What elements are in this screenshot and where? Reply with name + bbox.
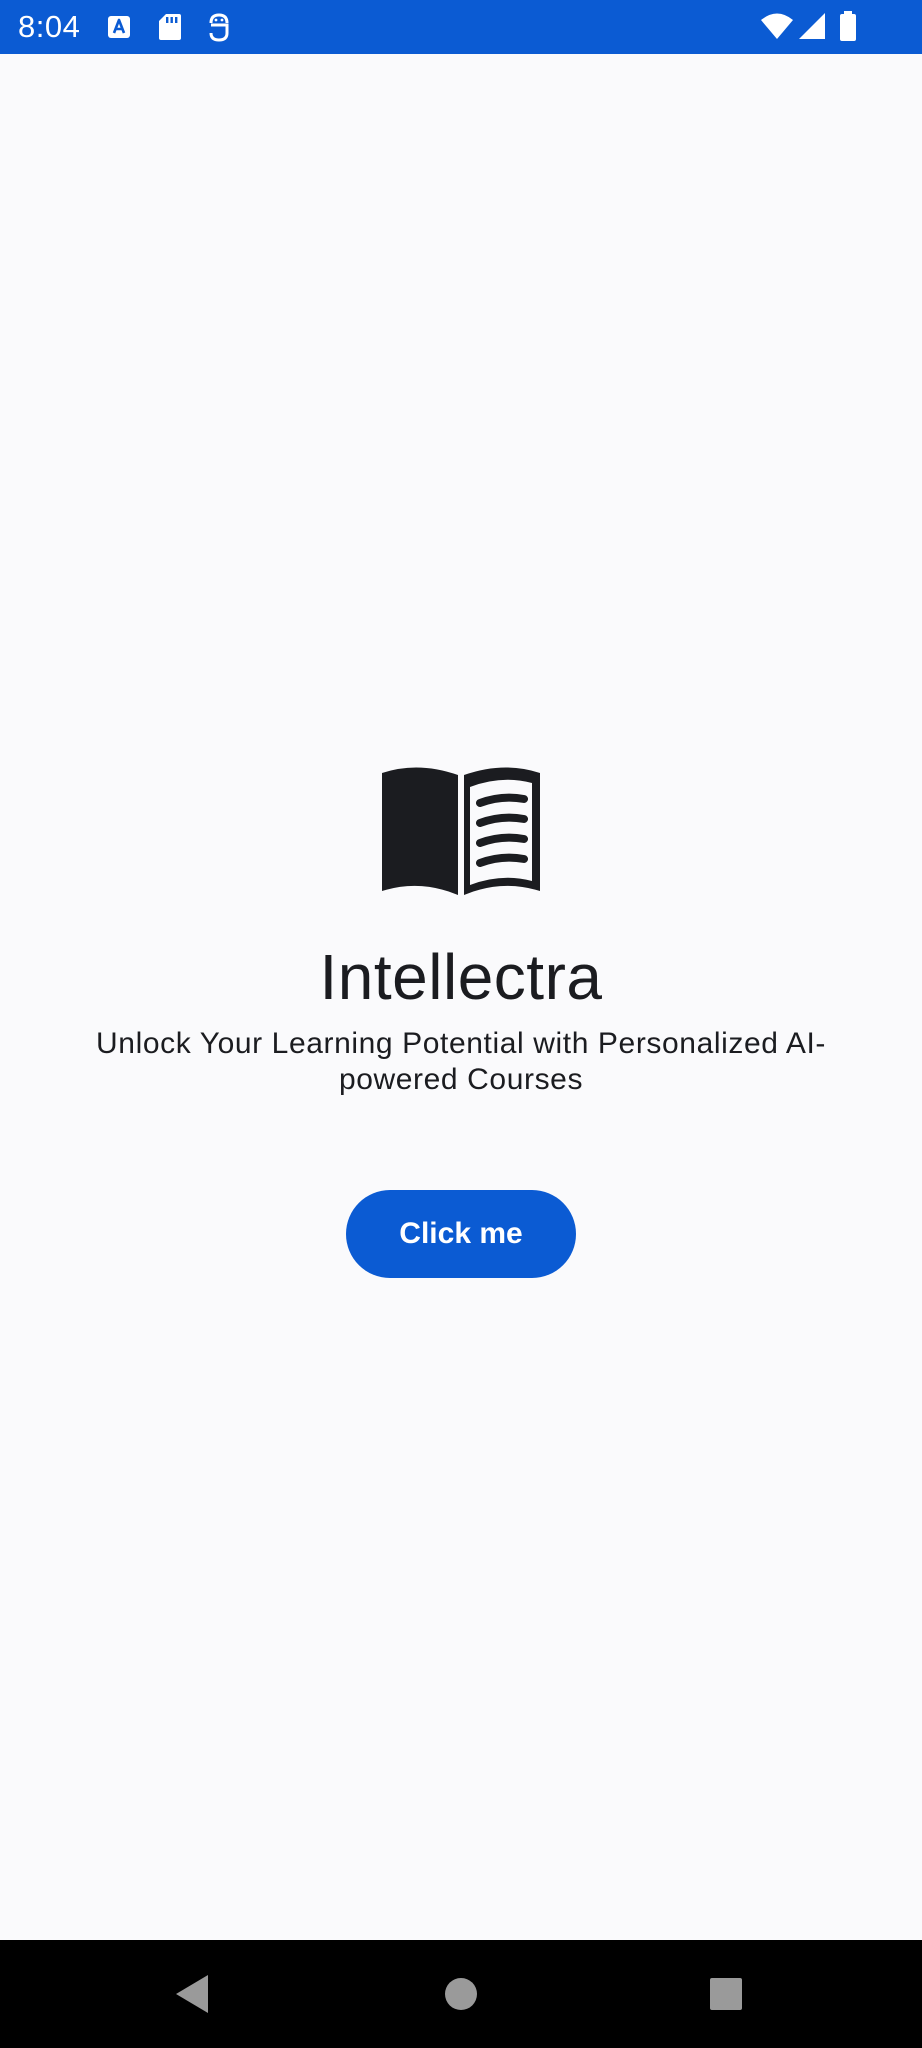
main-content: Intellectra Unlock Your Learning Potenti…: [0, 54, 922, 1940]
navigation-bar: [0, 1940, 922, 2048]
home-icon[interactable]: [444, 1977, 478, 2011]
click-me-button[interactable]: Click me: [346, 1190, 576, 1278]
app-title: Intellectra: [319, 941, 603, 1013]
android-debug-icon: [209, 13, 229, 42]
signal-icon: [799, 13, 825, 39]
sd-card-icon: [159, 14, 181, 40]
status-time: 8:04: [18, 9, 81, 44]
back-icon[interactable]: [174, 1973, 210, 2015]
status-bar: 8:04: [0, 0, 922, 54]
open-book-icon: [382, 767, 540, 895]
accessibility-a-icon: [108, 16, 130, 38]
wifi-icon: [761, 13, 793, 39]
recents-icon[interactable]: [709, 1977, 743, 2011]
battery-icon: [840, 11, 856, 41]
app-subtitle: Unlock Your Learning Potential with Pers…: [96, 1027, 826, 1096]
